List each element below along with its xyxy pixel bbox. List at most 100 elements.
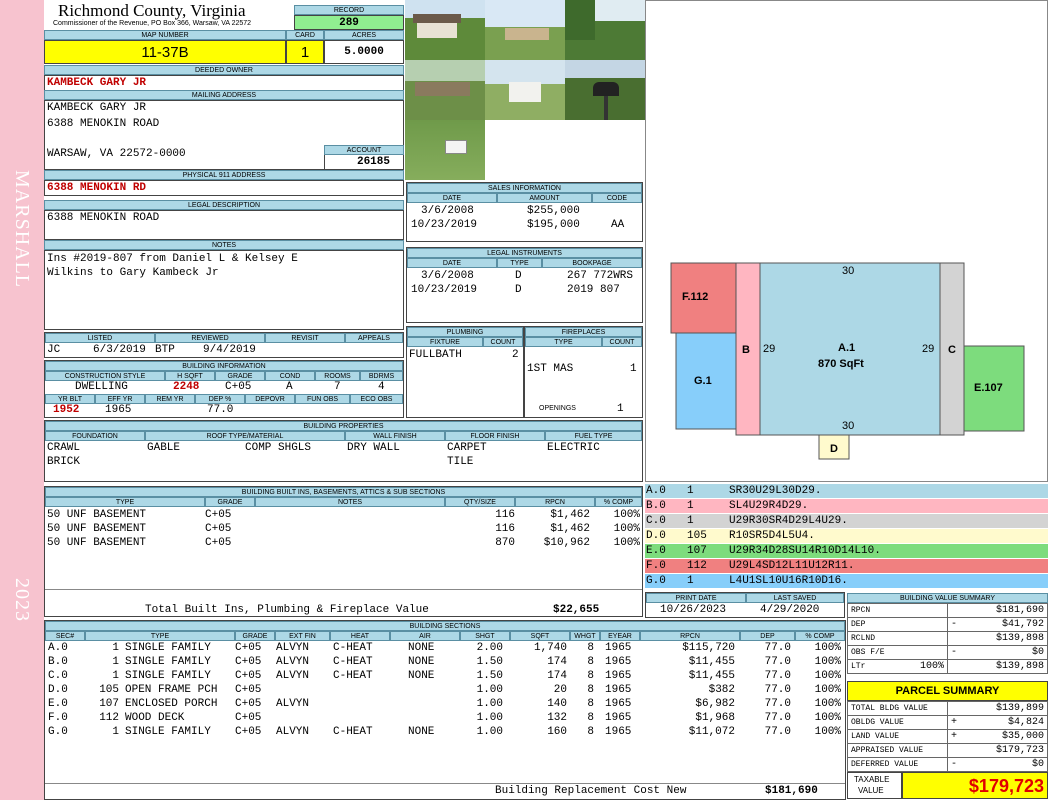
builtins-header: BUILDING BUILT INS, BASEMENTS, ATTICS & … (45, 487, 642, 497)
builtin-qty: 116 (495, 509, 515, 521)
property-photo-5[interactable] (485, 60, 565, 120)
vs-ltr-pct: 100% (919, 661, 944, 672)
remyr-header: REM YR (145, 394, 195, 404)
taxable-label-2: VALUE (858, 786, 884, 795)
section-shgt: 1.00 (476, 698, 503, 710)
dep-value: 77.0 (207, 404, 234, 416)
fixture-count-header: COUNT (483, 337, 523, 347)
section-heat: C-HEAT (333, 670, 373, 682)
section-type: SINGLE FAMILY (125, 726, 211, 738)
deeded-owner-header: DEEDED OWNER (44, 65, 404, 75)
section-ext: ALVYN (276, 656, 310, 668)
sketch-dim-right: 29 (922, 343, 935, 355)
legal-description-header: LEGAL DESCRIPTION (44, 200, 404, 210)
building-sections-box: BUILDING SECTIONS SEC# TYPE GRADE EXT FI… (44, 620, 846, 800)
card-value: 1 (286, 40, 324, 64)
notes-header: NOTES (44, 240, 404, 250)
section-grade: C+05 (235, 712, 262, 724)
section-type: SINGLE FAMILY (125, 642, 211, 654)
builtin-row: 50 UNF BASEMENT C+05 116 $1,462 100% (45, 523, 642, 537)
section-dep: 77.0 (764, 656, 791, 668)
physical-address-header: PHYSICAL 911 ADDRESS (44, 170, 404, 180)
sketch-code-sec: E.0 (646, 545, 666, 557)
legal-description-box: 6388 MENOKIN ROAD (44, 210, 404, 240)
sketch-code-code: U29L4SD12L11U12R11. (729, 560, 855, 572)
vs-obs-label: OBS F/E (847, 645, 948, 660)
section-comp: 100% (814, 684, 841, 696)
sketch-code-row: E.0 107 U29R34D28SU14R10D14L10. (645, 544, 1048, 558)
mailing-line-2: 6388 MENOKIN ROAD (47, 118, 160, 130)
section-sqft: 132 (547, 712, 567, 724)
sketch-code-row: D.0 105 R10SR5D4L5U4. (645, 529, 1048, 543)
building-info-header: BUILDING INFORMATION (45, 361, 403, 371)
section-shgt: 1.00 (476, 684, 503, 696)
section-rpcn: $382 (708, 684, 735, 696)
construction-style-value: DWELLING (75, 381, 128, 393)
section-type: WOOD DECK (125, 712, 185, 724)
sec-heat-header: HEAT (330, 631, 390, 641)
ps-land-label: LAND VALUE (847, 729, 948, 744)
section-sec: B.0 (48, 656, 68, 668)
replacement-cost-value: $181,690 (765, 785, 818, 797)
building-sections-header: BUILDING SECTIONS (45, 621, 845, 631)
wall-header: WALL FINISH (345, 431, 445, 441)
print-date-header: PRINT DATE (646, 593, 746, 603)
revisit-header: REVISIT (265, 333, 345, 343)
builtin-comp: 100% (613, 509, 640, 521)
funobs-header: FUN OBS (295, 394, 350, 404)
sketch-code-sec: F.0 (646, 560, 666, 572)
section-rpcn: $11,455 (688, 670, 735, 682)
county-title: Richmond County, Virginia (58, 1, 246, 20)
taxable-value: $179,723 (902, 772, 1048, 799)
property-photo-1[interactable] (405, 0, 485, 60)
builtin-comp: 100% (613, 523, 640, 535)
section-eyear: 1965 (605, 712, 632, 724)
section-grade: C+05 (235, 726, 262, 738)
section-dep: 77.0 (764, 670, 791, 682)
sketch-code-sec: G.0 (646, 575, 666, 587)
account-header: ACCOUNT (324, 145, 404, 155)
notes-box: Ins #2019-807 from Daniel L & Kelsey E W… (44, 250, 404, 330)
sketch-label-e: E.107 (974, 382, 1003, 394)
builtin-comp-header: % COMP (595, 497, 642, 507)
builtin-row: 50 UNF BASEMENT C+05 870 $10,962 100% (45, 537, 642, 551)
sketch-code-row: B.0 1 SL4U29R4D29. (645, 499, 1048, 513)
section-eyear: 1965 (605, 726, 632, 738)
sec-rpcn-header: RPCN (640, 631, 740, 641)
vs-dep-label: DEP (847, 617, 948, 632)
property-photo-4[interactable] (405, 60, 485, 120)
sketch-panel[interactable]: F.112 G.1 B C D E.107 A.1 870 SqFt 30 30… (645, 0, 1048, 482)
property-photo-6[interactable] (565, 60, 645, 120)
sec-sqft-header: SQFT (510, 631, 570, 641)
sketch-dim-left: 29 (763, 343, 776, 355)
property-photo-2[interactable] (485, 0, 565, 60)
section-comp: 100% (814, 698, 841, 710)
yrblt-value: 1952 (53, 404, 80, 416)
grade-value: C+05 (225, 381, 252, 393)
property-photo-7[interactable] (405, 120, 485, 180)
sketch-code-code: SR30U29L30D29. (729, 485, 822, 497)
sketch-code-sec: B.0 (646, 500, 666, 512)
vs-dep-sign: - (951, 619, 958, 630)
ps-deferred-label: DEFERRED VALUE (847, 757, 948, 772)
property-photo-3[interactable] (565, 0, 645, 60)
listing-box: LISTED REVIEWED REVISIT APPEALS JC 6/3/2… (44, 332, 404, 358)
section-row: F.0 112 WOOD DECK C+05 1.00 132 8 1965 $1,968 77.… (45, 712, 845, 726)
fireplaces-header: FIREPLACES (525, 327, 642, 337)
foundation-header: FOUNDATION (45, 431, 145, 441)
section-shgt: 2.00 (476, 642, 503, 654)
sketch-label-c: C (948, 344, 956, 356)
sketch-dim-top: 30 (842, 265, 855, 277)
ps-appraised-value: $179,723 (947, 743, 1048, 758)
sketch-code-sec: C.0 (646, 515, 666, 527)
building-sketch (670, 262, 1025, 460)
card-header: CARD (286, 30, 324, 40)
value-summary-header: BUILDING VALUE SUMMARY (847, 593, 1048, 603)
sec-shgt-header: SHGT (460, 631, 510, 641)
section-sqft: 1,740 (533, 642, 567, 654)
section-grade: C+05 (235, 642, 262, 654)
sale-code: AA (611, 219, 625, 231)
section-whgt: 8 (587, 642, 594, 654)
builtin-comp: 100% (613, 537, 640, 549)
builtin-notes-header: NOTES (255, 497, 445, 507)
